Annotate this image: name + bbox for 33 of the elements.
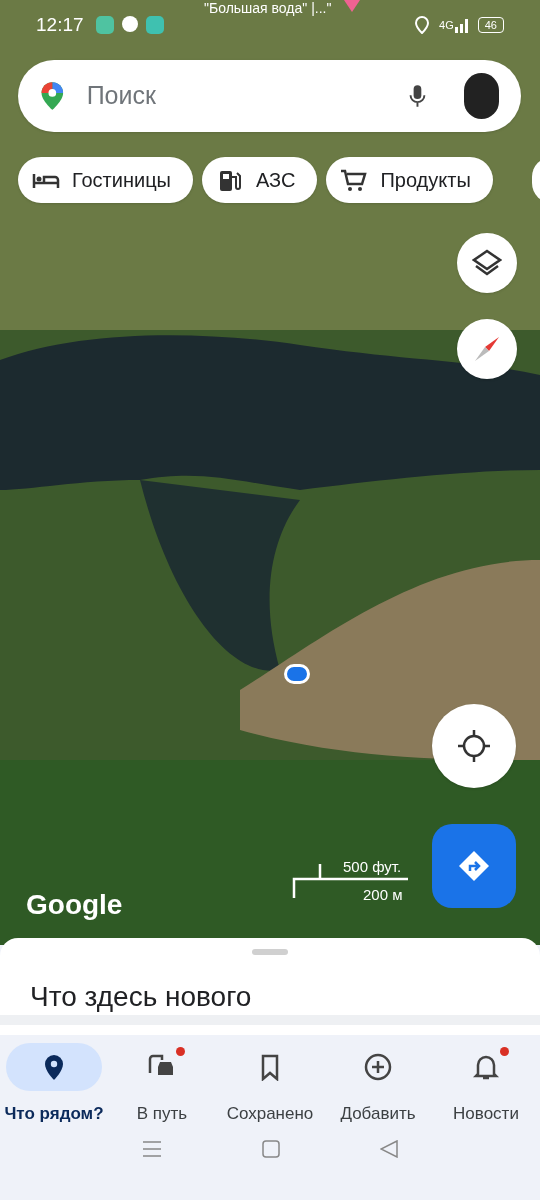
cart-icon: [340, 168, 369, 192]
search-field[interactable]: Поиск: [86, 77, 409, 115]
category-chip[interactable]: АЗС: [202, 157, 318, 203]
nav-tab[interactable]: В путь: [108, 1043, 216, 1127]
network-type: 4G: [439, 17, 454, 33]
battery-indicator: 46: [477, 17, 504, 33]
avatar[interactable]: [463, 73, 499, 119]
category-chip[interactable]: Продукты: [326, 157, 493, 203]
location-icon: [415, 16, 430, 34]
crosshair-icon: [457, 729, 491, 763]
status-time: 12:17: [36, 12, 84, 37]
directions-button[interactable]: [432, 824, 516, 908]
signal-icon: [453, 17, 470, 33]
drag-handle[interactable]: [252, 949, 288, 955]
nav-tab[interactable]: Сохранено: [216, 1043, 324, 1127]
category-chip[interactable]: Гостиницы: [18, 157, 193, 203]
home-icon[interactable]: [262, 1140, 280, 1158]
place-pin-icon: [344, 0, 360, 12]
back-icon[interactable]: [380, 1140, 398, 1158]
plus-circle-icon: [364, 1053, 392, 1081]
nav-tab[interactable]: Новости: [432, 1043, 540, 1127]
layers-icon: [472, 249, 502, 277]
sheet-title: Что здесь нового: [30, 980, 252, 1014]
scale-label: 500 фут.: [343, 857, 402, 877]
bottom-sheet[interactable]: [0, 938, 540, 1015]
map-place-label[interactable]: "Большая вода" |...": [204, 0, 332, 19]
compass-icon: [472, 334, 502, 364]
scale-label: 200 м: [363, 885, 403, 905]
directions-icon: [458, 850, 490, 882]
nav-tab[interactable]: Добавить: [324, 1043, 432, 1127]
bell-icon: [472, 1053, 500, 1081]
search-bar[interactable]: Поиск: [18, 60, 521, 132]
map-logo: Google: [26, 888, 123, 922]
